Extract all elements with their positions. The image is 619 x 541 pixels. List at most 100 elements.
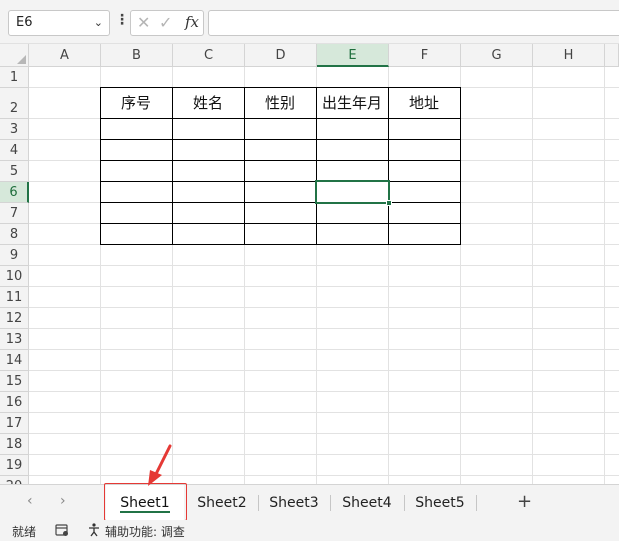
table-header-cell[interactable]: 地址	[388, 87, 461, 119]
spreadsheet-grid[interactable]: ABCDEFGH1234567891011121314151617181920序…	[0, 44, 619, 484]
table-cell[interactable]	[244, 160, 317, 182]
gridline-horizontal	[29, 265, 619, 266]
sheet-tab-sheet4[interactable]: Sheet4	[330, 485, 404, 521]
row-header-9[interactable]: 9	[0, 245, 29, 266]
table-cell[interactable]	[388, 223, 461, 245]
column-header-filler	[605, 44, 619, 67]
column-header-h[interactable]: H	[533, 44, 605, 67]
column-header-e[interactable]: E	[317, 44, 389, 67]
column-header-d[interactable]: D	[245, 44, 317, 67]
table-cell[interactable]	[172, 160, 245, 182]
row-header-18[interactable]: 18	[0, 434, 29, 455]
formula-input[interactable]	[208, 10, 619, 36]
row-header-8[interactable]: 8	[0, 224, 29, 245]
row-header-3[interactable]: 3	[0, 119, 29, 140]
chevron-down-icon[interactable]: ⌄	[94, 16, 103, 29]
row-header-12[interactable]: 12	[0, 308, 29, 329]
row-header-19[interactable]: 19	[0, 455, 29, 476]
table-cell[interactable]	[316, 118, 389, 140]
more-options-icon[interactable]: ⋮	[115, 12, 129, 28]
chevron-right-icon[interactable]: ›	[60, 493, 66, 509]
row-header-20[interactable]: 20	[0, 476, 29, 484]
cancel-icon[interactable]: ✕	[137, 13, 150, 32]
name-box-value: E6	[16, 15, 33, 30]
row-header-7[interactable]: 7	[0, 203, 29, 224]
gridline-vertical	[604, 67, 605, 484]
table-cell[interactable]	[172, 202, 245, 224]
select-all-corner[interactable]	[0, 44, 29, 67]
sheet-tab-bar: ‹ › + Sheet1 Sheet2 Sheet3 Sheet4 Sheet5	[0, 484, 619, 521]
table-cell[interactable]	[100, 181, 173, 203]
table-cell[interactable]	[244, 139, 317, 161]
table-cell[interactable]	[172, 118, 245, 140]
table-cell[interactable]	[100, 118, 173, 140]
column-header-g[interactable]: G	[461, 44, 533, 67]
chevron-left-icon[interactable]: ‹	[27, 493, 33, 509]
tab-separator	[476, 495, 477, 511]
insert-function-icon[interactable]: fx	[185, 13, 199, 31]
gridline-horizontal	[29, 433, 619, 434]
name-box[interactable]: E6 ⌄	[8, 10, 110, 36]
table-cell[interactable]	[316, 160, 389, 182]
table-cell[interactable]	[316, 202, 389, 224]
table-cell[interactable]	[316, 223, 389, 245]
row-header-6[interactable]: 6	[0, 182, 29, 203]
table-cell[interactable]	[172, 139, 245, 161]
tab-separator	[258, 495, 259, 511]
sheet-tab-sheet5[interactable]: Sheet5	[404, 485, 476, 521]
table-cell[interactable]	[388, 181, 461, 203]
gridline-horizontal	[29, 412, 619, 413]
sheet-tab-label: Sheet2	[197, 495, 247, 511]
row-header-10[interactable]: 10	[0, 266, 29, 287]
table-cell[interactable]	[316, 139, 389, 161]
table-cell[interactable]	[388, 202, 461, 224]
column-header-c[interactable]: C	[173, 44, 245, 67]
status-ready: 就绪	[12, 525, 37, 539]
table-header-cell[interactable]: 性别	[244, 87, 317, 119]
row-header-4[interactable]: 4	[0, 140, 29, 161]
table-cell[interactable]	[244, 202, 317, 224]
gridline-horizontal	[29, 286, 619, 287]
row-header-2[interactable]: 2	[0, 88, 29, 119]
tab-separator	[330, 495, 331, 511]
gridline-horizontal	[29, 391, 619, 392]
row-header-14[interactable]: 14	[0, 350, 29, 371]
column-header-f[interactable]: F	[389, 44, 461, 67]
table-cell[interactable]	[388, 118, 461, 140]
row-header-17[interactable]: 17	[0, 413, 29, 434]
row-header-15[interactable]: 15	[0, 371, 29, 392]
row-header-16[interactable]: 16	[0, 392, 29, 413]
gridline-horizontal	[29, 349, 619, 350]
table-cell[interactable]	[244, 181, 317, 203]
table-header-cell[interactable]: 出生年月	[316, 87, 389, 119]
sheet-tab-sheet3[interactable]: Sheet3	[258, 485, 330, 521]
table-cell[interactable]	[100, 160, 173, 182]
fill-handle[interactable]	[386, 200, 392, 206]
table-cell[interactable]	[388, 139, 461, 161]
table-cell[interactable]	[100, 139, 173, 161]
table-cell[interactable]	[172, 181, 245, 203]
column-header-a[interactable]: A	[29, 44, 101, 67]
table-cell[interactable]	[388, 160, 461, 182]
sheet-tab-sheet2[interactable]: Sheet2	[186, 485, 258, 521]
macro-recording-icon[interactable]	[54, 522, 70, 538]
row-header-5[interactable]: 5	[0, 161, 29, 182]
table-header-cell[interactable]: 姓名	[172, 87, 245, 119]
active-cell-selection[interactable]	[315, 180, 390, 204]
sheet-tab-label: Sheet5	[415, 495, 465, 511]
row-header-13[interactable]: 13	[0, 329, 29, 350]
table-header-cell[interactable]: 序号	[100, 87, 173, 119]
table-cell[interactable]	[172, 223, 245, 245]
add-sheet-icon[interactable]: +	[517, 491, 532, 512]
check-icon[interactable]: ✓	[159, 13, 172, 32]
table-cell[interactable]	[100, 223, 173, 245]
status-accessibility[interactable]: 辅助功能: 调查	[105, 523, 185, 540]
column-header-b[interactable]: B	[101, 44, 173, 67]
table-cell[interactable]	[244, 118, 317, 140]
table-cell[interactable]	[100, 202, 173, 224]
gridline-horizontal	[29, 454, 619, 455]
accessibility-icon[interactable]	[86, 522, 102, 538]
table-cell[interactable]	[244, 223, 317, 245]
row-header-11[interactable]: 11	[0, 287, 29, 308]
row-header-1[interactable]: 1	[0, 67, 29, 88]
